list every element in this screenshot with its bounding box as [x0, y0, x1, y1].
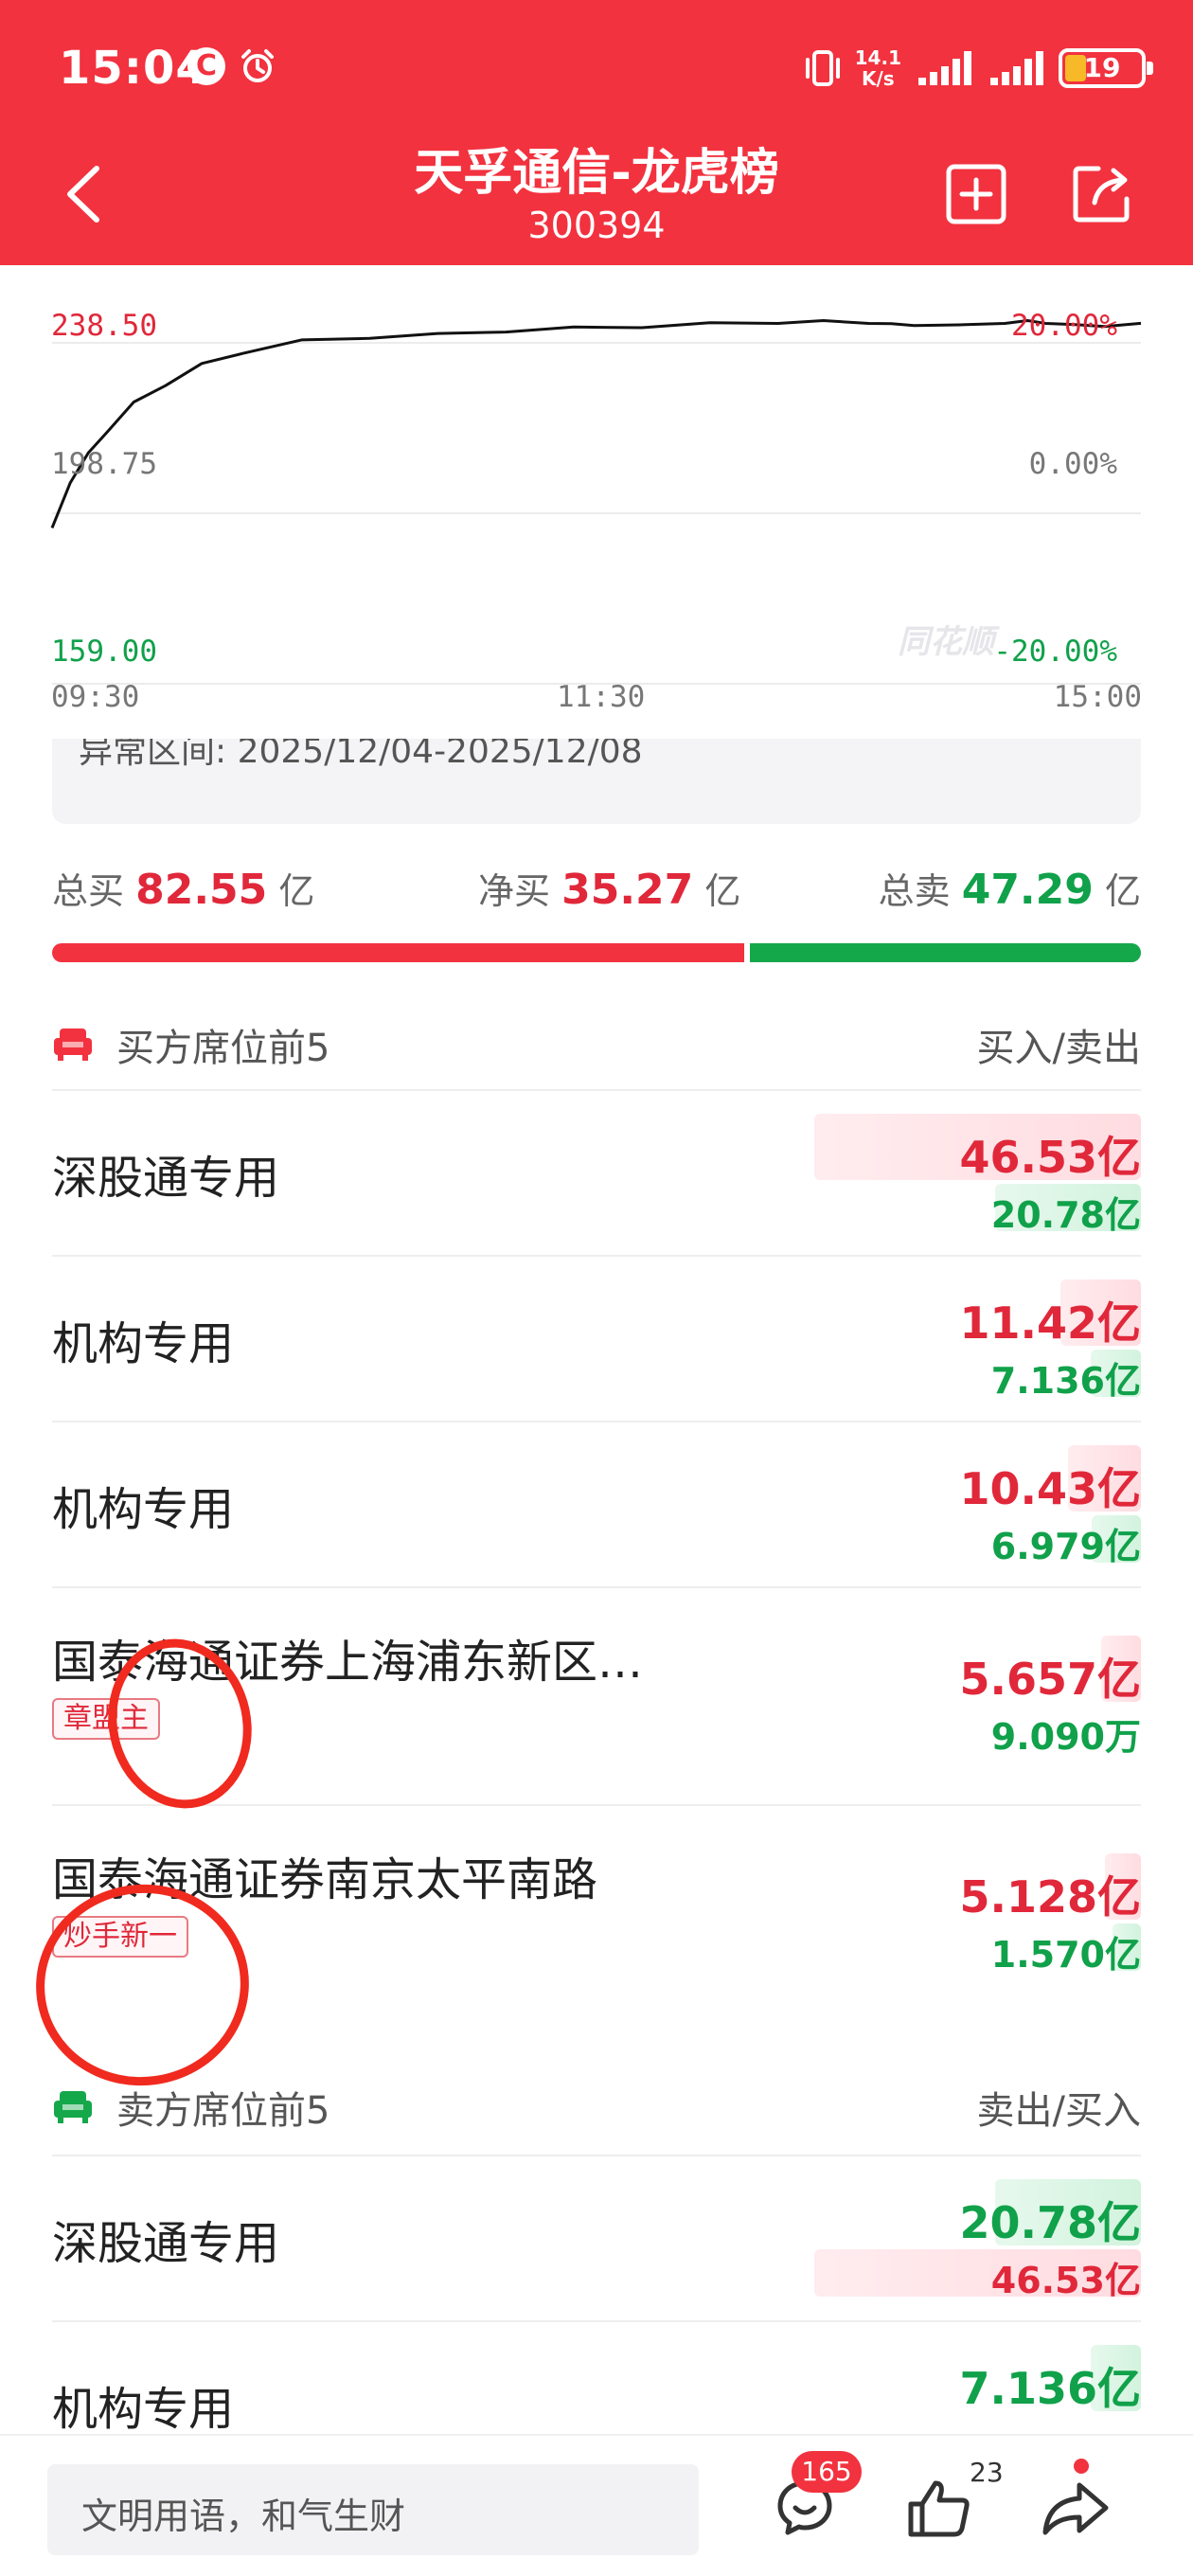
- buy-amount: 5.657亿: [959, 1654, 1141, 1705]
- add-watchlist-icon[interactable]: [945, 163, 1007, 225]
- seller-row[interactable]: 深股通专用 20.78亿 46.53亿: [52, 2155, 1141, 2320]
- stock-code: 300394: [527, 205, 666, 246]
- y-axis-left-bottom: 159.00: [51, 635, 157, 669]
- y-axis-right-mid: 0.00%: [1028, 447, 1117, 481]
- total-sell: 总卖 47.29 亿: [879, 862, 1141, 914]
- sell-amount: 1.570亿: [990, 1934, 1141, 1976]
- seat-name: 机构专用: [52, 1317, 235, 1370]
- net-buy: 净买 35.27 亿: [478, 862, 740, 914]
- buy-amount: 46.53亿: [959, 1132, 1141, 1183]
- sofa-icon-red: [54, 1029, 92, 1061]
- total-buy: 总买 82.55 亿: [52, 862, 314, 914]
- sofa-icon-green: [54, 2091, 92, 2123]
- buyers-section-header: 买方席位前5 买入/卖出: [52, 994, 1141, 1089]
- share-icon[interactable]: [1070, 161, 1134, 225]
- total-sell-unit: 亿: [1104, 870, 1141, 912]
- sell-amount: 9.090万: [990, 1716, 1141, 1758]
- seat-name: 机构专用: [52, 2383, 235, 2436]
- status-right-group: 14.1 K/s 19: [804, 42, 1153, 95]
- x-axis-mid: 11:30: [557, 680, 646, 714]
- sell-amount: 7.136亿: [990, 1360, 1141, 1402]
- battery-tip: [1147, 62, 1153, 75]
- y-axis-left-mid: 198.75: [51, 447, 157, 481]
- net-buy-unit: 亿: [704, 870, 741, 912]
- abnormal-interval-box: 异常区间: 2025/12/04-2025/12/08: [52, 739, 1141, 824]
- page-title: 天孚通信-龙虎榜: [414, 145, 779, 202]
- watermark: 同花顺: [898, 623, 994, 661]
- buyer-row[interactable]: 机构专用 10.43亿 6.979亿: [52, 1421, 1141, 1586]
- sellers-column-label: 卖出/买入: [976, 2089, 1141, 2133]
- app-header: 15:04 C 14.1 K/s 19 天孚通信-龙虎榜 300394: [0, 0, 1193, 265]
- total-buy-label: 总买: [52, 870, 125, 912]
- total-buy-value: 82.55: [135, 866, 268, 914]
- buy-ratio-segment: [52, 943, 745, 962]
- net-buy-value: 35.27: [561, 866, 694, 914]
- total-sell-value: 47.29: [961, 866, 1094, 914]
- buy-sell-ratio-bar: [52, 943, 1141, 962]
- status-bar: 15:04 C 14.1 K/s 19: [0, 0, 1193, 133]
- seller-row[interactable]: 机构专用 7.136亿: [52, 2320, 1141, 2436]
- x-axis-start: 09:30: [51, 680, 140, 714]
- alarm-icon: [241, 49, 274, 82]
- signal-icon-2: [990, 51, 1043, 85]
- comment-input[interactable]: 文明用语，和气生财: [47, 2464, 699, 2555]
- comment-placeholder: 文明用语，和气生财: [81, 2496, 406, 2537]
- battery-icon: 19: [1059, 48, 1153, 88]
- intraday-chart[interactable]: 238.50 198.75 159.00 20.00% 0.00% -20.00…: [0, 265, 1193, 720]
- app-notification-icon: C: [187, 47, 225, 85]
- sell-ratio-segment: [750, 943, 1141, 962]
- forward-icon[interactable]: [1042, 2479, 1110, 2536]
- battery-level-text: 19: [1083, 52, 1121, 83]
- price-line: [50, 319, 1142, 528]
- x-axis-end: 15:00: [1053, 680, 1142, 714]
- buy-amount: 10.43亿: [959, 1463, 1141, 1514]
- share-notification-dot: [1074, 2459, 1089, 2474]
- summary-row: 总买 82.55 亿 净买 35.27 亿 总卖 47.29 亿: [52, 862, 1141, 928]
- status-time: 15:04: [59, 42, 208, 95]
- sell-amount: 20.78亿: [959, 2197, 1141, 2248]
- network-speed-value: 14.1: [854, 46, 901, 69]
- buyer-row[interactable]: 深股通专用 46.53亿 20.78亿: [52, 1089, 1141, 1255]
- seat-name: 深股通专用: [52, 1152, 280, 1205]
- y-axis-left-top: 238.50: [51, 309, 157, 343]
- bottom-action-bar: 文明用语，和气生财 165 23: [0, 2434, 1193, 2576]
- sell-amount: 6.979亿: [990, 1526, 1141, 1567]
- signal-icon: [918, 51, 971, 85]
- network-speed-unit: K/s: [861, 67, 895, 90]
- sell-amount: 20.78亿: [990, 1194, 1141, 1236]
- vibrate-icon: [805, 50, 840, 86]
- sellers-section-title: 卖方席位前5: [116, 2089, 330, 2133]
- buyer-row[interactable]: 机构专用 11.42亿 7.136亿: [52, 1255, 1141, 1421]
- sellers-section-header: 卖方席位前5 卖出/买入: [52, 2057, 1141, 2152]
- abnormal-interval-text: 异常区间: 2025/12/04-2025/12/08: [79, 739, 643, 771]
- like-count: 23: [970, 2457, 1004, 2488]
- y-axis-right-top: 20.00%: [1011, 309, 1117, 343]
- y-axis-right-bottom: -20.00%: [993, 635, 1117, 669]
- buy-amount: 11.42亿: [959, 1297, 1141, 1349]
- seat-name: 机构专用: [52, 1483, 235, 1536]
- seat-name: 深股通专用: [52, 2217, 280, 2270]
- total-buy-unit: 亿: [278, 870, 315, 912]
- buyers-column-label: 买入/卖出: [976, 1027, 1141, 1070]
- buy-amount: 46.53亿: [990, 2260, 1141, 2301]
- sell-amount: 7.136亿: [959, 2363, 1141, 2414]
- comment-count-badge: 165: [792, 2451, 862, 2493]
- like-icon[interactable]: [907, 2478, 971, 2538]
- buyers-section-title: 买方席位前5: [116, 1027, 330, 1070]
- network-speed: 14.1 K/s: [855, 47, 901, 89]
- total-sell-label: 总卖: [878, 870, 951, 912]
- net-buy-label: 净买: [478, 870, 551, 912]
- buy-amount: 5.128亿: [959, 1871, 1141, 1923]
